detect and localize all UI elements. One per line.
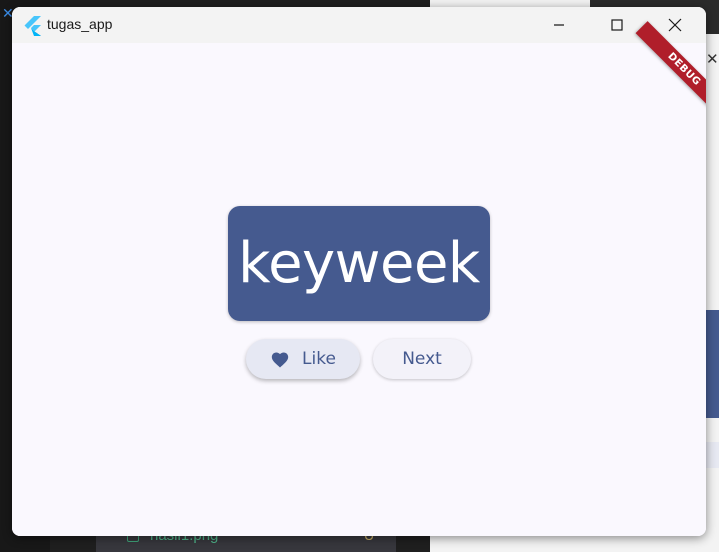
window-title: tugas_app <box>47 16 113 32</box>
preview-close-icon[interactable]: ✕ <box>706 50 719 68</box>
title-bar[interactable]: tugas_app <box>12 7 706 43</box>
maximize-button[interactable] <box>588 7 646 43</box>
maximize-icon <box>611 19 623 31</box>
preview-button <box>706 442 719 468</box>
app-content: DEBUG keyweek Like Next <box>12 21 706 536</box>
heart-icon <box>271 352 289 368</box>
word-pair-text: keyweek <box>238 231 480 296</box>
preview-word-card <box>706 310 719 418</box>
minimize-button[interactable] <box>530 7 588 43</box>
next-button[interactable]: Next <box>373 339 471 379</box>
flutter-logo-icon <box>24 16 41 36</box>
word-card: keyweek <box>228 206 490 321</box>
like-button-label: Like <box>302 349 336 369</box>
minimize-icon <box>554 24 564 26</box>
app-window: tugas_app DEBUG keyweek Like Next <box>12 7 706 536</box>
close-icon <box>668 18 682 32</box>
like-button[interactable]: Like <box>246 339 360 379</box>
next-button-label: Next <box>402 349 442 369</box>
